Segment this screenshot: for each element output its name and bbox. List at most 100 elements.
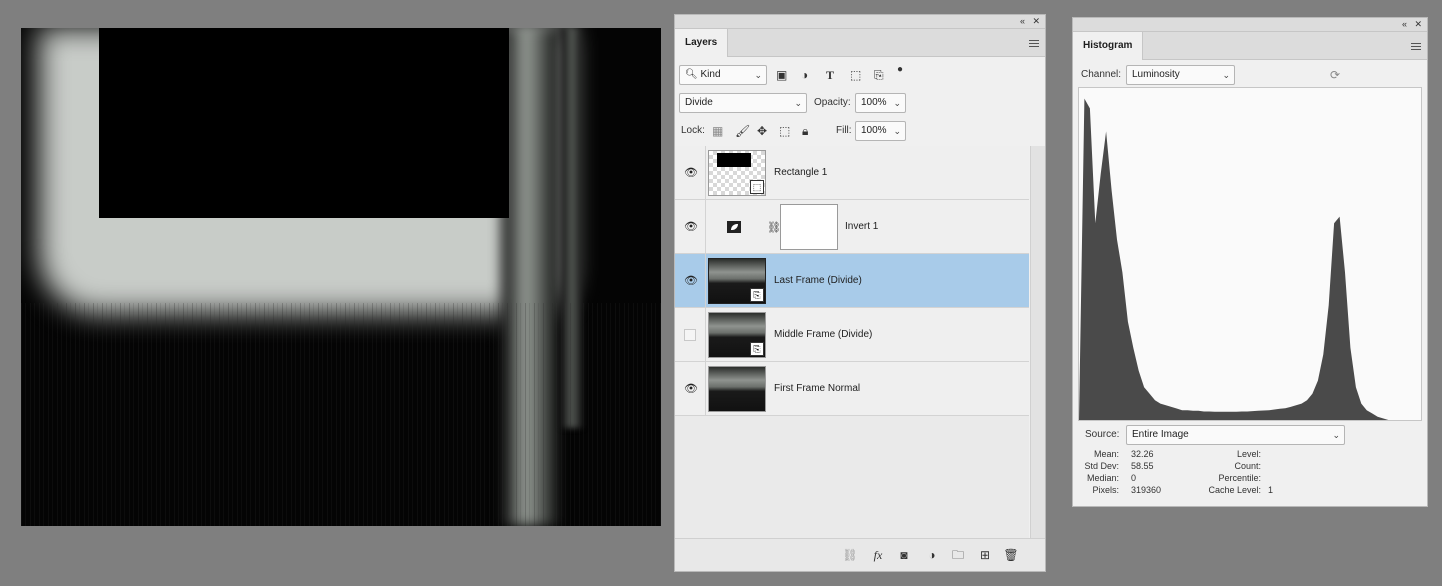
count-label: Count: bbox=[1234, 461, 1261, 471]
tab-layers[interactable]: Layers bbox=[675, 29, 729, 57]
chevron-down-icon: ⌄ bbox=[893, 126, 901, 136]
smart-object-filter-icon[interactable]: ⎘ bbox=[874, 68, 884, 82]
blend-mode-select[interactable]: Divide ⌄ bbox=[679, 93, 807, 113]
layer-thumbnail: ⎘ bbox=[708, 312, 766, 358]
close-icon[interactable]: ✕ bbox=[1032, 16, 1040, 27]
panel-menu-icon[interactable] bbox=[1029, 40, 1039, 47]
filter-toggle-icon[interactable]: ● bbox=[897, 63, 903, 77]
level-label: Level: bbox=[1236, 449, 1261, 459]
lock-artboard-icon[interactable]: ⬚ bbox=[779, 124, 790, 138]
layer-thumbnail: ⬚ bbox=[708, 150, 766, 196]
chain-link-icon[interactable]: ⛓︎ bbox=[767, 221, 781, 234]
invert-adjustment-icon bbox=[727, 221, 741, 233]
histogram-tabbar: Histogram bbox=[1073, 32, 1427, 60]
layer-name: First Frame Normal bbox=[774, 383, 861, 394]
new-layer-icon[interactable]: ⊞ bbox=[977, 548, 993, 562]
histogram-shape bbox=[1079, 98, 1421, 420]
fill-value: 100% bbox=[861, 125, 887, 136]
chevron-down-icon: ⌄ bbox=[893, 98, 901, 108]
rectangle-shape[interactable] bbox=[99, 28, 509, 218]
visibility-eye-icon[interactable]: 👁︎ bbox=[684, 275, 698, 287]
close-icon[interactable]: ✕ bbox=[1414, 19, 1422, 30]
median-value: 0 bbox=[1131, 473, 1137, 483]
channel-label: Channel: bbox=[1081, 69, 1122, 80]
visibility-off-box[interactable] bbox=[684, 329, 696, 341]
channel-value: Luminosity bbox=[1132, 69, 1180, 80]
opacity-value: 100% bbox=[861, 97, 887, 108]
histogram-graph bbox=[1078, 87, 1422, 421]
layer-row-selected[interactable]: 👁︎ ⎘ Last Frame (Divide) bbox=[675, 254, 1029, 308]
histogram-panel-titlebar: « ✕ bbox=[1073, 18, 1427, 32]
visibility-eye-icon[interactable]: 👁︎ bbox=[684, 167, 698, 179]
layer-row[interactable]: 👁︎ ⬚ Rectangle 1 bbox=[675, 146, 1029, 200]
panel-menu-icon[interactable] bbox=[1411, 43, 1421, 50]
lock-all-icon[interactable]: 🔒︎ bbox=[802, 124, 808, 138]
document-canvas[interactable] bbox=[21, 28, 661, 526]
type-filter-icon[interactable]: T bbox=[826, 68, 834, 82]
lock-label: Lock: bbox=[681, 125, 705, 136]
lock-transparency-icon[interactable]: ▦ bbox=[712, 124, 723, 138]
adjustment-filter-icon[interactable]: ◑ bbox=[801, 68, 808, 82]
percentile-label: Percentile: bbox=[1218, 473, 1261, 483]
collapse-icon[interactable]: « bbox=[1402, 19, 1407, 30]
cache-level-value: 1 bbox=[1268, 485, 1274, 495]
chevron-down-icon: ⌄ bbox=[1222, 70, 1230, 80]
refresh-icon[interactable]: ⟳ bbox=[1330, 68, 1340, 82]
source-value: Entire Image bbox=[1132, 429, 1189, 440]
source-select[interactable]: Entire Image ⌄ bbox=[1126, 425, 1345, 445]
divider bbox=[705, 146, 706, 200]
divider bbox=[705, 308, 706, 362]
lock-position-icon[interactable]: ✥ bbox=[757, 124, 767, 138]
layer-thumbnail: ⎘ bbox=[708, 258, 766, 304]
adjustment-icon[interactable]: ◑ bbox=[924, 548, 940, 562]
canvas-noise bbox=[21, 303, 661, 526]
divider bbox=[705, 200, 706, 254]
opacity-input[interactable]: 100% ⌄ bbox=[855, 93, 906, 113]
divider bbox=[705, 362, 706, 416]
trash-icon[interactable]: 🗑︎ bbox=[1003, 548, 1019, 562]
collapse-icon[interactable]: « bbox=[1020, 16, 1025, 27]
layer-name: Invert 1 bbox=[845, 221, 879, 232]
layers-list: 👁︎ ⬚ Rectangle 1 👁︎ ⛓︎ Invert 1 👁︎ ⎘ Las… bbox=[675, 146, 1029, 539]
mean-label: Mean: bbox=[1093, 449, 1119, 459]
shape-filter-icon[interactable]: ⬚ bbox=[850, 68, 861, 82]
visibility-eye-icon[interactable]: 👁︎ bbox=[684, 383, 698, 395]
smart-object-icon: ⎘ bbox=[750, 288, 764, 302]
layers-tabbar: Layers bbox=[675, 29, 1045, 57]
layers-scrollbar[interactable] bbox=[1030, 146, 1045, 539]
image-filter-icon[interactable]: ▣ bbox=[776, 68, 787, 82]
layer-name: Middle Frame (Divide) bbox=[774, 329, 873, 340]
std-dev-label: Std Dev: bbox=[1084, 461, 1119, 471]
blend-mode-value: Divide bbox=[685, 97, 713, 108]
layer-thumbnail bbox=[708, 366, 766, 412]
link-icon[interactable]: ⛓︎ bbox=[842, 548, 858, 562]
mask-icon[interactable]: ◙ bbox=[896, 548, 912, 562]
layer-name: Last Frame (Divide) bbox=[774, 275, 862, 286]
mean-value: 32.26 bbox=[1131, 449, 1154, 459]
filter-kind-value: Kind bbox=[700, 69, 721, 80]
chevron-down-icon: ⌄ bbox=[794, 98, 802, 108]
fill-input[interactable]: 100% ⌄ bbox=[855, 121, 906, 141]
layers-panel-titlebar: « ✕ bbox=[675, 15, 1045, 29]
visibility-eye-icon[interactable]: 👁︎ bbox=[684, 221, 698, 233]
shape-preview bbox=[717, 153, 751, 167]
histogram-panel: « ✕ Histogram Channel: Luminosity ⌄ ⟳ So… bbox=[1072, 17, 1428, 507]
layers-panel: « ✕ Layers 🔍︎ Kind ⌄ ▣ ◑ T ⬚ ⎘ ● Divide … bbox=[674, 14, 1046, 572]
source-label: Source: bbox=[1085, 429, 1120, 440]
histogram-svg bbox=[1079, 98, 1421, 420]
layer-row[interactable]: 👁︎ ⛓︎ Invert 1 bbox=[675, 200, 1029, 254]
chevron-down-icon: ⌄ bbox=[1332, 430, 1340, 440]
channel-select[interactable]: Luminosity ⌄ bbox=[1126, 65, 1235, 85]
layer-name: Rectangle 1 bbox=[774, 167, 828, 178]
layer-row[interactable]: ⎘ Middle Frame (Divide) bbox=[675, 308, 1029, 362]
divider bbox=[705, 254, 706, 308]
lock-paint-icon[interactable]: 🖌︎ bbox=[735, 124, 750, 138]
pixels-value: 319360 bbox=[1131, 485, 1162, 495]
layer-mask-thumbnail bbox=[780, 204, 838, 250]
tab-histogram[interactable]: Histogram bbox=[1073, 32, 1144, 60]
fx-icon[interactable]: fx bbox=[870, 548, 886, 562]
folder-icon[interactable]: 🗀︎ bbox=[950, 548, 966, 562]
filter-kind-select[interactable]: 🔍︎ Kind ⌄ bbox=[679, 65, 767, 85]
smart-object-icon: ⎘ bbox=[750, 342, 764, 356]
layer-row[interactable]: 👁︎ First Frame Normal bbox=[675, 362, 1029, 416]
